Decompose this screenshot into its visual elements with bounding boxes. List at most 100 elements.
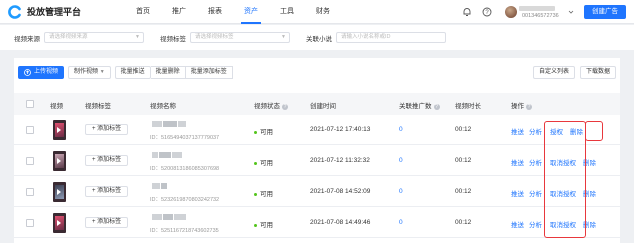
make-video-dropdown[interactable]: 制作视频 ▼ xyxy=(68,66,111,79)
created-time: 2021-07-08 14:49:46 xyxy=(310,219,371,226)
novel-search-input[interactable]: 请输入小说名称或ID xyxy=(336,32,446,43)
video-name-redacted xyxy=(152,214,187,220)
created-time: 2021-07-12 17:40:13 xyxy=(310,126,371,133)
chevron-down-icon[interactable] xyxy=(568,6,574,18)
table-row: + 添加标签 ID：5232619870803242732 可用 2021-07… xyxy=(14,177,620,207)
toolbar: 上传视频 制作视频 ▼ 批量推送 批量删除 批量添加标签 xyxy=(18,66,233,79)
analyze-link[interactable]: 分析 xyxy=(529,222,542,229)
add-tag-button[interactable]: + 添加标签 xyxy=(85,155,129,166)
select-all-checkbox[interactable] xyxy=(26,100,34,108)
col-video: 视频 xyxy=(50,103,63,110)
created-time: 2021-07-12 11:32:32 xyxy=(310,157,370,164)
video-thumbnail[interactable] xyxy=(53,120,66,140)
filter-label-source: 视频来源 xyxy=(14,35,40,43)
status-dot-icon xyxy=(254,192,257,196)
chevron-down-icon: ▼ xyxy=(135,34,140,40)
nav-promotion[interactable]: 推广 xyxy=(161,0,197,24)
svg-text:?: ? xyxy=(485,10,489,16)
add-tag-button[interactable]: + 添加标签 xyxy=(85,217,129,228)
video-thumbnail[interactable] xyxy=(53,213,66,233)
create-ad-button[interactable]: 创建广告 xyxy=(584,5,626,19)
play-icon xyxy=(57,158,61,164)
chevron-down-icon: ▼ xyxy=(281,34,286,40)
video-name-redacted xyxy=(152,121,187,127)
table-row: + 添加标签 ID：5200813186085307698 可用 2021-07… xyxy=(14,146,620,176)
avatar[interactable] xyxy=(505,6,517,18)
row-checkbox[interactable] xyxy=(26,219,34,227)
row-checkbox[interactable] xyxy=(26,126,34,134)
status-badge: 可用 xyxy=(254,219,273,229)
col-tags: 视频标签 xyxy=(85,103,111,110)
linked-count-link[interactable]: 0 xyxy=(399,219,403,226)
video-tag-select[interactable]: 请选择视频标签 ▼ xyxy=(190,32,290,43)
download-data-button[interactable]: 下载数据 xyxy=(579,66,616,79)
duration: 00:12 xyxy=(455,188,472,195)
upload-video-button[interactable]: 上传视频 xyxy=(18,66,65,79)
bell-icon[interactable] xyxy=(461,6,473,18)
help-icon: ? xyxy=(526,104,532,110)
table-row: + 添加标签 ID：5251167218743602735 可用 2021-07… xyxy=(14,208,620,238)
custom-columns-button[interactable]: 自定义列表 xyxy=(532,66,575,79)
batch-push-button[interactable]: 批量推送 xyxy=(114,66,151,79)
video-thumbnail[interactable] xyxy=(53,182,66,202)
col-status: 视频状态? xyxy=(254,103,288,110)
video-asset-panel: 上传视频 制作视频 ▼ 批量推送 批量删除 批量添加标签 自定义列表 下载数据 … xyxy=(14,58,620,243)
play-icon xyxy=(57,189,61,195)
video-thumbnail[interactable] xyxy=(53,151,66,171)
upload-icon xyxy=(24,69,31,76)
highlight-box-authorize xyxy=(544,121,586,238)
status-dot-icon xyxy=(254,161,257,165)
brand-title: 投放管理平台 xyxy=(27,7,82,17)
table-header: 视频 视频标签 视频名称 视频状态? 创建时间 关联推广数? 视频时长 操作? xyxy=(14,93,620,115)
row-checkbox[interactable] xyxy=(26,157,34,165)
status-badge: 可用 xyxy=(254,126,273,136)
linked-count-link[interactable]: 0 xyxy=(399,126,403,133)
video-source-select[interactable]: 请选择视频来源 ▼ xyxy=(44,32,144,43)
col-created: 创建时间 xyxy=(310,103,336,110)
nav-tools[interactable]: 工具 xyxy=(269,0,305,24)
status-dot-icon xyxy=(254,223,257,227)
row-checkbox[interactable] xyxy=(26,188,34,196)
chevron-down-icon: ▼ xyxy=(99,69,105,75)
batch-delete-button[interactable]: 批量删除 xyxy=(150,66,186,79)
play-icon xyxy=(57,127,61,133)
video-id: ID：5165494037137779037 xyxy=(150,135,220,141)
analyze-link[interactable]: 分析 xyxy=(529,191,542,198)
push-link[interactable]: 推送 xyxy=(511,222,524,229)
analyze-link[interactable]: 分析 xyxy=(529,160,542,167)
batch-add-tag-button[interactable]: 批量添加标签 xyxy=(185,66,233,79)
video-name-redacted xyxy=(152,152,183,158)
filter-label-tag: 视频标签 xyxy=(160,35,186,43)
add-tag-button[interactable]: + 添加标签 xyxy=(85,124,129,135)
linked-count-link[interactable]: 0 xyxy=(399,157,403,164)
user-info[interactable]: 001346572736 xyxy=(519,5,568,19)
video-name-redacted xyxy=(152,183,168,189)
push-link[interactable]: 推送 xyxy=(511,191,524,198)
highlight-box-delete xyxy=(585,121,603,141)
play-icon xyxy=(57,220,61,226)
col-duration: 视频时长 xyxy=(455,103,481,110)
filter-label-novel: 关联小说 xyxy=(306,35,332,43)
nav-finance[interactable]: 财务 xyxy=(305,0,341,24)
status-badge: 可用 xyxy=(254,188,273,198)
duration: 00:12 xyxy=(455,126,472,133)
add-tag-button[interactable]: + 添加标签 xyxy=(85,186,129,197)
logo-icon xyxy=(8,4,22,19)
status-dot-icon xyxy=(254,130,257,134)
col-name: 视频名称 xyxy=(150,103,176,110)
top-navbar: 投放管理平台 首页 推广 报表 资产 工具 财务 ? 001346572736 … xyxy=(0,0,634,24)
video-id: ID：5200813186085307698 xyxy=(150,166,220,172)
filter-bar: 视频来源 请选择视频来源 ▼ 视频标签 请选择视频标签 ▼ 关联小说 请输入小说名称… xyxy=(0,25,634,50)
push-link[interactable]: 推送 xyxy=(511,160,524,167)
nav-assets[interactable]: 资产 xyxy=(233,0,269,24)
nav-home[interactable]: 首页 xyxy=(125,0,161,24)
push-link[interactable]: 推送 xyxy=(511,129,524,136)
linked-count-link[interactable]: 0 xyxy=(399,188,403,195)
analyze-link[interactable]: 分析 xyxy=(529,129,542,136)
col-ops: 操作? xyxy=(511,103,532,110)
duration: 00:12 xyxy=(455,157,472,164)
help-icon[interactable]: ? xyxy=(481,6,493,18)
duration: 00:12 xyxy=(455,219,472,226)
nav-reports[interactable]: 报表 xyxy=(197,0,233,24)
user-id: 001346572736 xyxy=(522,12,559,19)
